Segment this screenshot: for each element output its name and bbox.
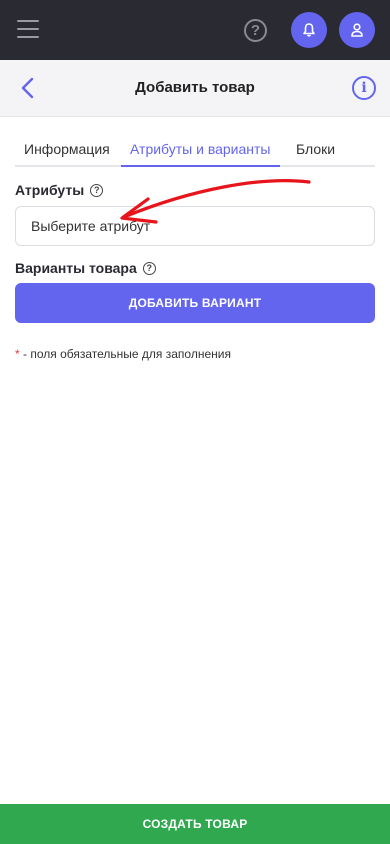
tab-bar: Информация Атрибуты и варианты Блоки xyxy=(15,130,375,167)
question-mark-icon[interactable]: ? xyxy=(142,261,156,275)
tab-attributes-variants[interactable]: Атрибуты и варианты xyxy=(121,130,280,167)
create-product-button[interactable]: СОЗДАТЬ ТОВАР xyxy=(0,804,390,844)
question-mark-icon[interactable]: ? xyxy=(90,183,104,197)
bell-icon xyxy=(303,23,315,37)
required-fields-note: * - поля обязательные для заполнения xyxy=(15,347,231,361)
notifications-button[interactable] xyxy=(291,12,327,48)
info-icon[interactable]: i xyxy=(352,76,376,100)
page-title: Добавить товар xyxy=(135,79,255,96)
variants-section-label: Варианты товара ? xyxy=(15,260,156,276)
annotation-arrow xyxy=(120,179,311,224)
add-variant-button[interactable]: ДОБАВИТЬ ВАРИАНТ xyxy=(15,283,375,323)
attributes-section-label: Атрибуты ? xyxy=(15,182,104,198)
attribute-select[interactable]: Выберите атрибут xyxy=(15,206,375,246)
top-bar: ? xyxy=(0,0,390,60)
attributes-label: Атрибуты xyxy=(15,182,85,198)
page-header: Добавить товар i xyxy=(0,60,390,117)
hamburger-menu-icon[interactable] xyxy=(17,20,39,38)
required-note-text: - поля обязательные для заполнения xyxy=(19,347,231,361)
profile-button[interactable] xyxy=(339,12,375,48)
help-circle-icon[interactable]: ? xyxy=(244,19,267,42)
tab-blocks[interactable]: Блоки xyxy=(287,130,344,167)
variants-label: Варианты товара xyxy=(15,260,137,276)
tab-information[interactable]: Информация xyxy=(15,130,119,167)
user-icon xyxy=(351,23,363,37)
